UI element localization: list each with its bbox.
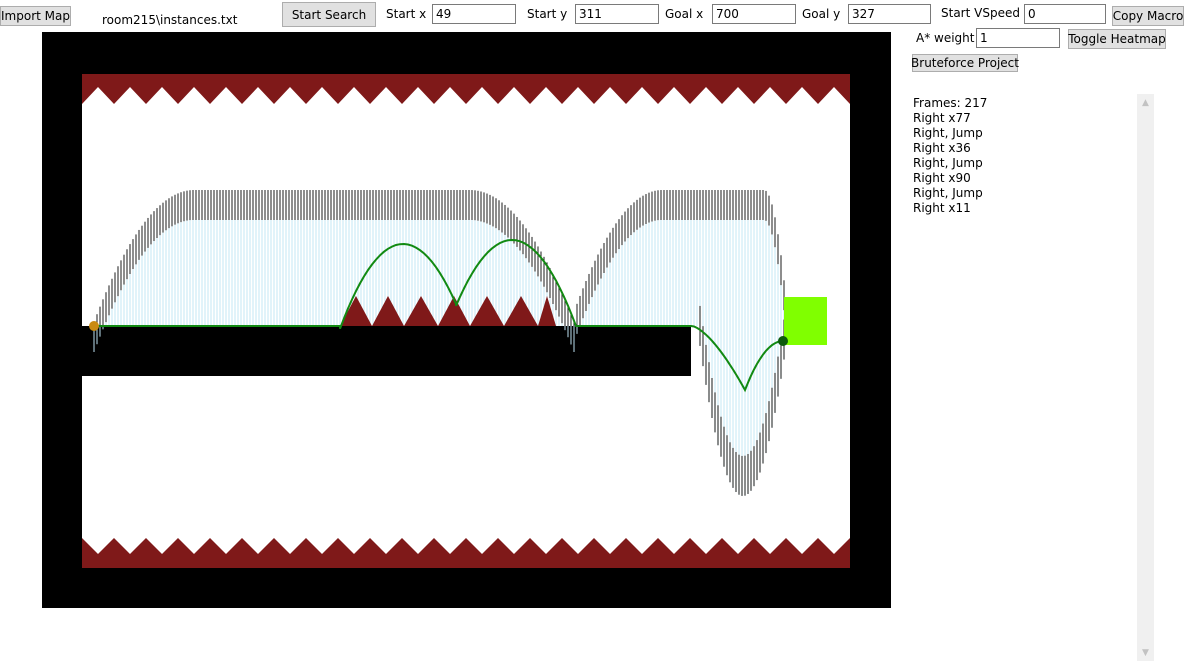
goal-y-input[interactable]: [848, 4, 931, 24]
output-line: Right x77: [913, 111, 971, 125]
toggle-heatmap-button[interactable]: Toggle Heatmap: [1068, 29, 1166, 49]
level-canvas[interactable]: [42, 32, 891, 608]
output-line: Right x36: [913, 141, 971, 155]
goal-x-input[interactable]: [712, 4, 796, 24]
file-path-label: room215\instances.txt: [102, 13, 238, 27]
goal-x-label: Goal x: [665, 7, 704, 21]
goal-region: [784, 297, 827, 345]
output-panel: Frames: 217 Right x77 Right, Jump Right …: [913, 96, 1128, 216]
end-marker: [778, 336, 788, 346]
start-y-label: Start y: [527, 7, 568, 21]
start-marker: [89, 321, 99, 331]
output-scrollbar[interactable]: ▲ ▼: [1137, 94, 1154, 661]
output-line: Right, Jump: [913, 186, 983, 200]
output-line: Right x90: [913, 171, 971, 185]
astar-weight-input[interactable]: [976, 28, 1060, 48]
copy-macro-button[interactable]: Copy Macro: [1112, 6, 1184, 26]
start-x-input[interactable]: [432, 4, 516, 24]
start-search-button[interactable]: Start Search: [282, 2, 376, 27]
output-line: Right, Jump: [913, 156, 983, 170]
astar-weight-label: A* weight: [916, 31, 975, 45]
scroll-down-icon[interactable]: ▼: [1137, 644, 1154, 661]
start-y-input[interactable]: [575, 4, 659, 24]
start-vspeed-input[interactable]: [1024, 4, 1106, 24]
output-line: Frames: 217: [913, 96, 988, 110]
platform-ledge: [82, 326, 691, 376]
start-x-label: Start x: [386, 7, 427, 21]
bruteforce-project-button[interactable]: Bruteforce Project: [911, 54, 1019, 72]
start-vspeed-label: Start VSpeed: [941, 6, 1020, 20]
import-map-button[interactable]: Import Map: [0, 6, 71, 26]
output-line: Right x11: [913, 201, 971, 215]
scroll-up-icon[interactable]: ▲: [1137, 94, 1154, 111]
goal-y-label: Goal y: [802, 7, 841, 21]
output-line: Right, Jump: [913, 126, 983, 140]
